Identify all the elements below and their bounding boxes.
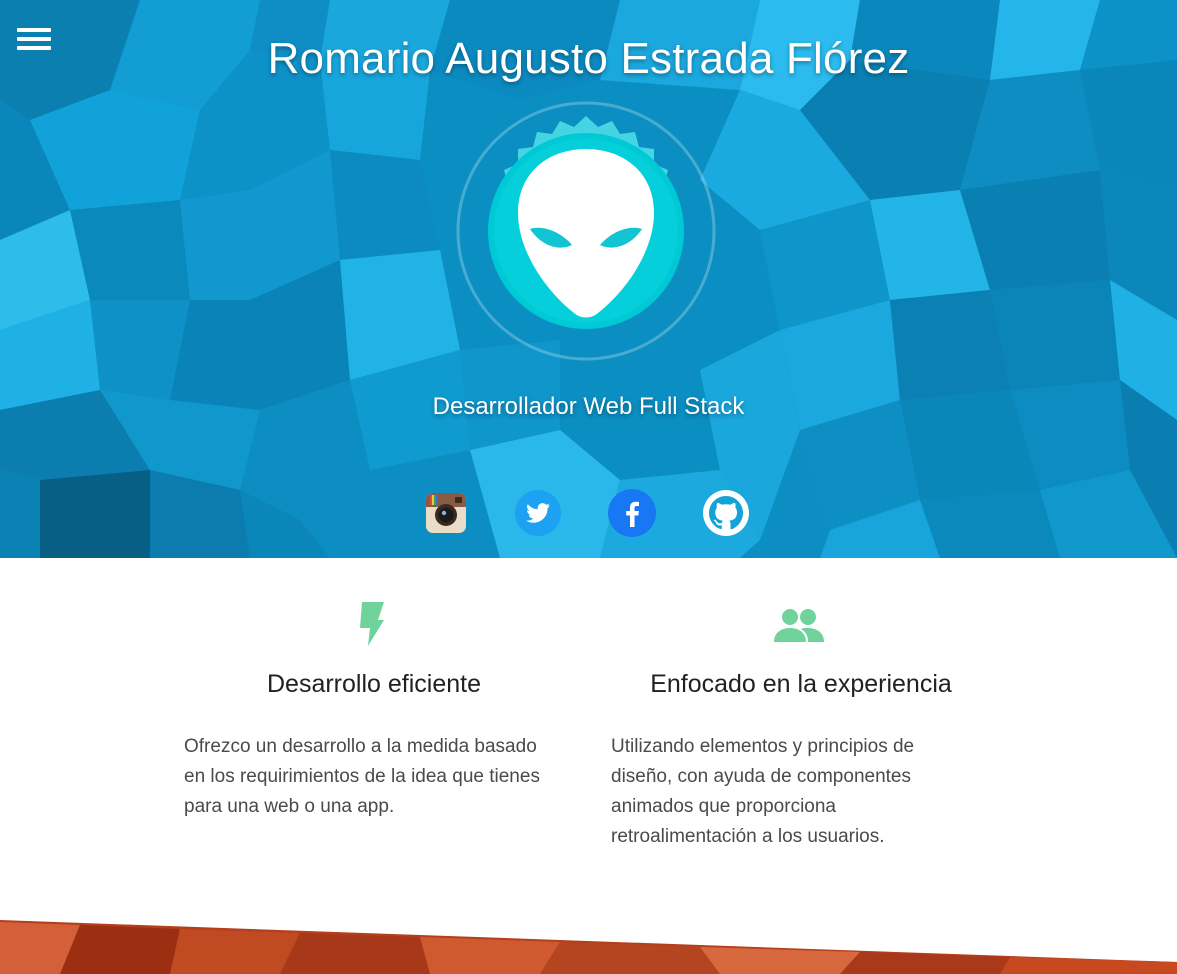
people-group-icon bbox=[774, 609, 824, 642]
lightning-bolt-icon bbox=[360, 602, 384, 646]
page-title: Romario Augusto Estrada Flórez bbox=[267, 34, 910, 83]
features-section: Desarrollo eficiente Ofrezco un desarrol… bbox=[0, 558, 1177, 938]
feature-description: Ofrezco un desarrollo a la medida basado… bbox=[184, 736, 540, 817]
facebook-link[interactable] bbox=[608, 489, 656, 537]
instagram-icon bbox=[426, 493, 466, 533]
menu-bar-top bbox=[17, 28, 51, 32]
hero-header: Romario Augusto Estrada Flórez Desarroll… bbox=[0, 0, 1177, 558]
twitter-icon bbox=[515, 490, 561, 536]
feature-title: Desarrollo eficiente bbox=[267, 670, 481, 698]
twitter-link[interactable] bbox=[514, 489, 562, 537]
alien-head-icon bbox=[456, 101, 716, 361]
github-link[interactable] bbox=[702, 489, 750, 537]
feature-title: Enfocado en la experiencia bbox=[650, 670, 952, 698]
github-icon bbox=[703, 490, 749, 536]
instagram-link[interactable] bbox=[422, 489, 470, 537]
footer-decoration bbox=[0, 900, 1177, 974]
facebook-icon bbox=[608, 489, 656, 537]
hero-subtitle: Desarrollador Web Full Stack bbox=[432, 393, 745, 420]
avatar bbox=[456, 101, 716, 361]
feature-description: Utilizando elementos y principios de dis… bbox=[611, 736, 915, 847]
